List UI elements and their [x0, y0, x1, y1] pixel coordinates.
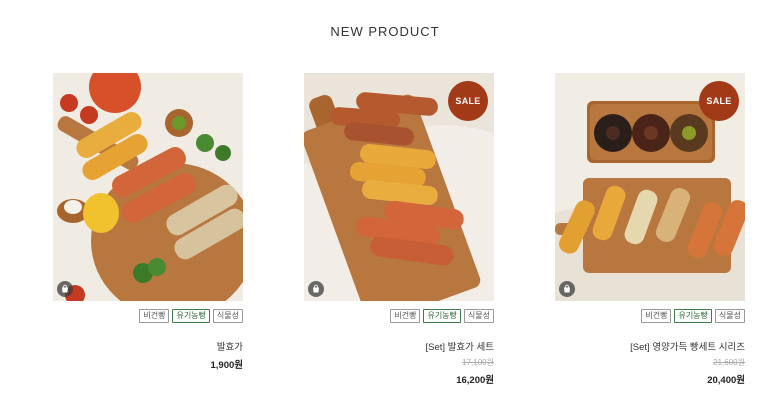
product-card[interactable]: 비건빵 유기농빵 식물성 발효가 1,900원: [53, 73, 243, 371]
tag: 비건빵: [139, 309, 170, 323]
product-card[interactable]: SALE 비건빵 유기농빵 식물성 [Set] 발효가 세트 17,100원 1…: [304, 73, 494, 386]
product-photo: [53, 73, 243, 301]
section-title: NEW PRODUCT: [330, 24, 440, 39]
tag: 식물성: [212, 309, 243, 323]
sale-badge: SALE: [699, 81, 739, 121]
sale-price: 20,400원: [707, 375, 745, 386]
tag: 비건빵: [390, 309, 421, 323]
cart-button[interactable]: [57, 281, 73, 297]
product-name[interactable]: [Set] 영양가득 빵세트 시리즈: [555, 339, 745, 353]
product-image[interactable]: SALE: [304, 73, 494, 301]
shopping-bag-icon: [564, 284, 570, 293]
shopping-bag-icon: [313, 284, 319, 293]
tag: 식물성: [714, 309, 745, 323]
sale-price: 16,200원: [456, 375, 494, 386]
tag: 유기농빵: [172, 309, 210, 323]
sale-badge: SALE: [448, 81, 488, 121]
product-image[interactable]: [53, 73, 243, 301]
tag-list: 비건빵 유기농빵 식물성: [53, 309, 243, 323]
original-price: 21,600원: [713, 358, 745, 367]
shopping-bag-icon: [62, 284, 68, 293]
tag: 식물성: [463, 309, 494, 323]
tag-list: 비건빵 유기농빵 식물성: [304, 309, 494, 323]
tag: 유기농빵: [674, 309, 712, 323]
tag: 유기농빵: [423, 309, 461, 323]
product-card[interactable]: SALE 비건빵 유기농빵 식물성 [Set] 영양가득 빵세트 시리즈 21,…: [555, 73, 745, 386]
product-name[interactable]: 발효가: [53, 339, 243, 353]
original-price: 17,100원: [462, 358, 494, 367]
cart-button[interactable]: [559, 281, 575, 297]
cart-button[interactable]: [308, 281, 324, 297]
tag-list: 비건빵 유기농빵 식물성: [555, 309, 745, 323]
tag: 비건빵: [641, 309, 672, 323]
product-name[interactable]: [Set] 발효가 세트: [304, 339, 494, 353]
price: 1,900원: [210, 360, 243, 371]
product-image[interactable]: SALE: [555, 73, 745, 301]
